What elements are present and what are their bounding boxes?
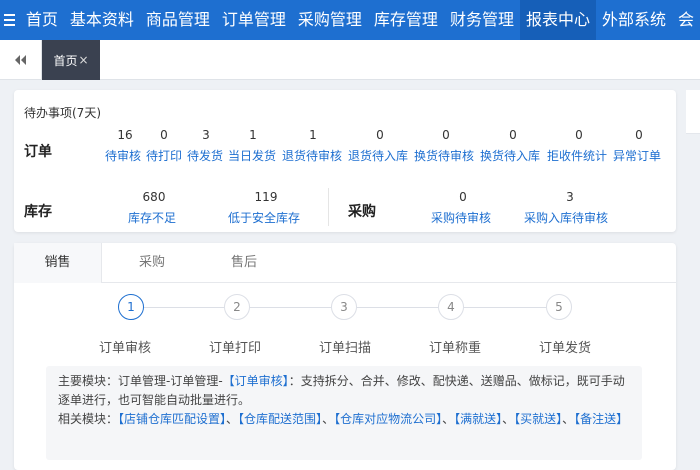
main-module-prefix: 主要模块：订单管理-订单管理- (58, 374, 223, 388)
step-1-label: 订单审核 (98, 341, 151, 356)
stock-count-insufficient: 680 (142, 190, 166, 204)
stock-row-label: 库存 (24, 204, 52, 220)
link-exchange-review[interactable]: 换货待审核 (414, 147, 474, 164)
step-4-circle[interactable]: 4 (438, 294, 464, 320)
separator: 、 (562, 412, 575, 426)
link-order-review-module[interactable]: 【订单审核】 (223, 374, 289, 388)
nav-item-finance[interactable]: 财务管理 (444, 0, 520, 40)
link-pending-print[interactable]: 待打印 (146, 147, 182, 164)
nav-item-home[interactable]: 首页 (20, 0, 64, 40)
link-return-inbound[interactable]: 退货待入库 (348, 147, 408, 164)
order-count-exchange-inbound: 0 (509, 128, 517, 142)
todo-title: 待办事项(7天) (24, 106, 101, 120)
nav-item-external[interactable]: 外部系统 (596, 0, 672, 40)
top-navbar: 首页 基本资料 商品管理 订单管理 采购管理 库存管理 财务管理 报表中心 外部… (0, 0, 700, 40)
hamburger-menu-icon[interactable] (0, 0, 20, 40)
tab-sales[interactable]: 销售 (14, 243, 102, 283)
link-shop-warehouse-match[interactable]: 【店铺仓库匹配设置】 (118, 412, 226, 426)
main-module-text: 主要模块：订单管理-订单管理-【订单审核】：支持拆分、合并、修改、配快递、送赠品… (58, 372, 630, 410)
link-rejected-stats[interactable]: 拒收件统计 (547, 147, 607, 164)
order-count-abnormal: 0 (635, 128, 643, 142)
link-same-day-ship[interactable]: 当日发货 (228, 147, 276, 164)
link-pending-review[interactable]: 待审核 (105, 147, 141, 164)
separator: 、 (442, 412, 455, 426)
link-stock-insufficient[interactable]: 库存不足 (128, 209, 176, 226)
step-connector (144, 307, 224, 308)
step-connector (357, 307, 438, 308)
close-icon[interactable]: × (78, 53, 88, 67)
separator: 、 (322, 412, 335, 426)
tab-purchase[interactable]: 采购 (122, 243, 182, 283)
purchase-count-review: 0 (459, 190, 467, 204)
order-row-label: 订单 (24, 144, 52, 160)
related-modules-text: 相关模块：【店铺仓库匹配设置】、【仓库配送范围】、【仓库对应物流公司】、【满就送… (58, 410, 630, 429)
link-below-safety-stock[interactable]: 低于安全库存 (228, 209, 300, 226)
workflow-tabs: 销售 采购 售后 (14, 243, 676, 283)
link-buy-gift[interactable]: 【买就送】 (514, 412, 562, 426)
stock-count-below-safety: 119 (254, 190, 278, 204)
link-remark-gift[interactable]: 【备注送】 (574, 412, 628, 426)
link-pending-ship[interactable]: 待发货 (187, 147, 223, 164)
nav-item-inventory[interactable]: 库存管理 (368, 0, 444, 40)
step-5-circle[interactable]: 5 (546, 294, 572, 320)
order-count-return-inbound: 0 (376, 128, 384, 142)
link-exchange-inbound[interactable]: 换货待入库 (480, 147, 540, 164)
link-purchase-inbound-review[interactable]: 采购入库待审核 (524, 209, 608, 226)
link-full-gift[interactable]: 【满就送】 (454, 412, 502, 426)
step-3-label: 订单扫描 (318, 341, 371, 356)
purchase-count-inbound-review: 3 (566, 190, 574, 204)
nav-item-basic-data[interactable]: 基本资料 (64, 0, 140, 40)
nav-item-overflow[interactable]: 会 (672, 0, 700, 40)
link-abnormal-orders[interactable]: 异常订单 (613, 147, 661, 164)
order-count-exchange-review: 0 (442, 128, 450, 142)
right-panel-edge (686, 90, 700, 134)
double-chevron-left-icon[interactable] (0, 40, 42, 80)
nav-item-reports[interactable]: 报表中心 (519, 0, 596, 40)
tab-home[interactable]: 首页 × (42, 40, 100, 80)
link-warehouse-logistics[interactable]: 【仓库对应物流公司】 (334, 412, 442, 426)
step-4-label: 订单称重 (428, 341, 481, 356)
related-prefix: 相关模块： (58, 412, 119, 426)
link-warehouse-delivery-range[interactable]: 【仓库配送范围】 (238, 412, 322, 426)
step-2-label: 订单打印 (208, 341, 261, 356)
order-count-same-day: 1 (249, 128, 257, 142)
step-connector (250, 307, 331, 308)
separator: 、 (226, 412, 239, 426)
purchase-row-label: 采购 (348, 204, 376, 220)
step-3-circle[interactable]: 3 (331, 294, 357, 320)
nav-item-products[interactable]: 商品管理 (140, 0, 216, 40)
link-return-review[interactable]: 退货待审核 (282, 147, 342, 164)
step-2-circle[interactable]: 2 (224, 294, 250, 320)
page-tab-bar: 首页 × (0, 40, 700, 80)
link-purchase-review[interactable]: 采购待审核 (431, 209, 491, 226)
module-info-box: 主要模块：订单管理-订单管理-【订单审核】：支持拆分、合并、修改、配快递、送赠品… (46, 366, 642, 460)
section-divider (328, 188, 329, 226)
nav-item-purchase[interactable]: 采购管理 (292, 0, 368, 40)
step-1-circle[interactable]: 1 (118, 294, 144, 320)
nav-item-orders[interactable]: 订单管理 (216, 0, 292, 40)
tab-after-sales[interactable]: 售后 (214, 243, 274, 283)
step-5-label: 订单发货 (538, 341, 591, 356)
separator: 、 (502, 412, 515, 426)
tab-home-label: 首页 (53, 53, 78, 68)
order-count-return-review: 1 (309, 128, 317, 142)
step-connector (464, 307, 546, 308)
order-count-rejected: 0 (575, 128, 583, 142)
